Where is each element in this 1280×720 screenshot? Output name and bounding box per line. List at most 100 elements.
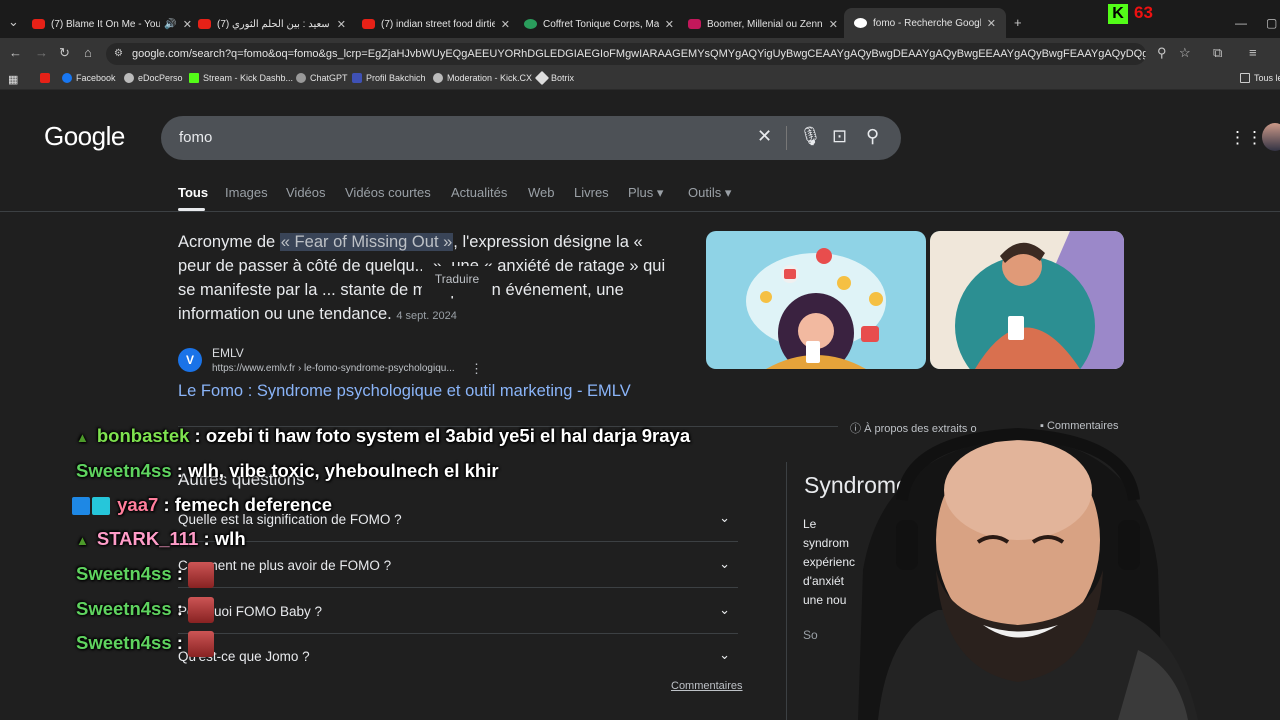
tab-title: (7) indian street food dirtiest c: [381, 18, 495, 30]
tab-news[interactable]: Actualités: [451, 185, 507, 200]
browser-tab[interactable]: Coffret Tonique Corps, Mains, C ✕: [524, 12, 674, 36]
chat-text: : femech deference: [163, 494, 333, 515]
apps-grid-icon[interactable]: ▦: [8, 73, 18, 86]
tab-more[interactable]: Plus ▾: [628, 185, 663, 201]
bookmark-edocperso[interactable]: eDocPerso: [124, 73, 183, 83]
back-icon[interactable]: ←: [9, 45, 22, 60]
paa-question[interactable]: Pourquoi FOMO Baby ? ⌄: [178, 589, 738, 634]
chat-text: : wlh: [203, 528, 246, 549]
chat-username: yaa7: [117, 494, 159, 515]
site-icon: [524, 19, 537, 29]
more-options-icon[interactable]: ⋮: [470, 361, 483, 377]
kick-icon: [189, 73, 199, 83]
snippet-text: Acronyme de: [178, 233, 280, 251]
home-icon[interactable]: ⌂: [84, 45, 92, 60]
site-info-icon[interactable]: ⚙: [114, 43, 123, 65]
bookmark-label: Profil Bakchich: [366, 73, 426, 83]
tab-web[interactable]: Web: [528, 185, 555, 200]
snippet-date: 4 sept. 2024: [396, 310, 457, 322]
chat-message: Sweetn4ss :: [76, 631, 215, 657]
tab-search-icon[interactable]: ⌄: [8, 14, 19, 30]
close-tab-icon[interactable]: ✕: [337, 18, 346, 31]
bookmark-star-icon[interactable]: ☆: [1179, 45, 1191, 61]
tab-tools[interactable]: Outils ▾: [688, 185, 731, 201]
browser-tab[interactable]: Boomer, Millenial ou Zennial : c ✕: [688, 12, 838, 36]
emlv-favicon: V: [178, 348, 202, 372]
search-icon[interactable]: ⚲: [866, 126, 879, 147]
forward-icon[interactable]: →: [35, 45, 48, 60]
site-icon: [688, 19, 701, 29]
source-url[interactable]: https://www.emlv.fr › le-fomo-syndrome-p…: [212, 363, 455, 374]
new-tab-button[interactable]: +: [1014, 15, 1022, 30]
translate-tooltip[interactable]: Traduire: [422, 266, 492, 296]
divider: [786, 126, 787, 150]
snippet-image-2[interactable]: [930, 231, 1124, 369]
clear-icon[interactable]: ✕: [757, 126, 772, 147]
bookmark-bakchich[interactable]: Profil Bakchich: [352, 73, 426, 83]
bookmark-chatgpt[interactable]: ChatGPT: [296, 73, 348, 83]
bookmark-youtube[interactable]: [40, 73, 54, 83]
tab-all[interactable]: Tous: [178, 185, 208, 200]
search-input[interactable]: fomo: [179, 129, 212, 146]
paa-question[interactable]: Qu'est-ce que Jomo ? ⌄: [178, 634, 738, 679]
google-logo[interactable]: Google: [44, 121, 125, 152]
feedback-link[interactable]: Commentaires: [671, 680, 743, 692]
chat-text: :: [176, 562, 183, 584]
bookmark-label: Moderation - Kick.CX: [447, 73, 533, 83]
chat-username: Sweetn4ss: [76, 460, 172, 481]
gift-badge-icon: [92, 497, 110, 516]
pickaxe-badge-icon: [72, 497, 90, 516]
bookmark-kick[interactable]: Stream - Kick Dashb...: [189, 73, 293, 83]
extensions-icon[interactable]: ⧉: [1213, 45, 1222, 61]
browser-tab[interactable]: (7) indian street food dirtiest c ✕: [362, 12, 510, 36]
bookmark-facebook[interactable]: Facebook: [62, 73, 116, 83]
close-tab-icon[interactable]: ✕: [183, 18, 192, 31]
close-tab-icon[interactable]: ✕: [665, 18, 674, 31]
browser-tab[interactable]: (7) قيس سعيد : بين الحلم الثوري ✕: [198, 12, 346, 36]
bookmark-moderation[interactable]: Moderation - Kick.CX: [433, 73, 532, 83]
browser-tab-active[interactable]: fomo - Recherche Google ✕: [844, 8, 1006, 38]
close-tab-icon[interactable]: ✕: [501, 18, 510, 31]
media-icon[interactable]: ≡: [1249, 45, 1257, 60]
tab-short-videos[interactable]: Vidéos courtes: [345, 185, 431, 200]
folder-icon: [1240, 73, 1250, 83]
chat-message: Sweetn4ss :: [76, 562, 215, 588]
leaf-badge-icon: ▲: [76, 533, 89, 548]
tab-title: fomo - Recherche Google: [873, 17, 981, 29]
divider: [786, 462, 787, 720]
tab-books[interactable]: Livres: [574, 185, 609, 200]
chat-username: STARK_111: [96, 528, 199, 549]
minimize-icon[interactable]: —: [1235, 16, 1247, 30]
mic-icon[interactable]: 🎙: [799, 126, 822, 147]
lens-icon[interactable]: ⊡: [832, 126, 847, 147]
snippet-image-1[interactable]: [706, 231, 926, 369]
zoom-icon[interactable]: ⚲: [1157, 45, 1167, 61]
kick-logo: K: [1108, 4, 1128, 24]
tab-videos[interactable]: Vidéos: [286, 185, 326, 200]
search-box[interactable]: fomo ✕ 🎙 ⊡ ⚲: [161, 116, 901, 160]
gear-icon: [433, 73, 443, 83]
close-tab-icon[interactable]: ✕: [829, 18, 838, 31]
chevron-down-icon: ⌄: [719, 556, 730, 571]
maximize-icon[interactable]: ▢: [1266, 16, 1277, 30]
browser-tab[interactable]: (7) Blame It On Me - YouTube 🔊 ✕: [32, 12, 192, 36]
tab-images[interactable]: Images: [225, 185, 268, 200]
source-name: EMLV: [212, 346, 244, 360]
chat-message: Sweetn4ss : wlh, vibe toxic, yheboulnech…: [76, 460, 499, 482]
audio-icon[interactable]: 🔊: [164, 19, 176, 30]
result-link[interactable]: Le Fomo : Syndrome psychologique et outi…: [178, 382, 631, 401]
bookmark-botrix[interactable]: Botrix: [534, 70, 575, 86]
bookmark-label: Tous le: [1254, 73, 1280, 83]
youtube-icon: [32, 19, 45, 29]
reload-icon[interactable]: ↻: [59, 45, 70, 61]
chat-text: : ozebi ti haw foto system el 3abid ye5i…: [194, 425, 691, 446]
bookmark-label: Botrix: [551, 73, 575, 83]
tab-title: (7) قيس سعيد : بين الحلم الثوري: [217, 18, 331, 30]
url-text: google.com/search?q=fomo&oq=fomo&gs_lcrp…: [132, 48, 1146, 60]
chat-message: Sweetn4ss :: [76, 597, 215, 623]
tab-title: (7) Blame It On Me - YouTube: [51, 18, 161, 30]
paa-question[interactable]: Comment ne plus avoir de FOMO ? ⌄: [178, 543, 738, 588]
close-tab-icon[interactable]: ✕: [987, 17, 996, 30]
all-bookmarks[interactable]: Tous le: [1240, 73, 1280, 83]
address-bar[interactable]: ⚙ google.com/search?q=fomo&oq=fomo&gs_lc…: [106, 43, 1146, 65]
